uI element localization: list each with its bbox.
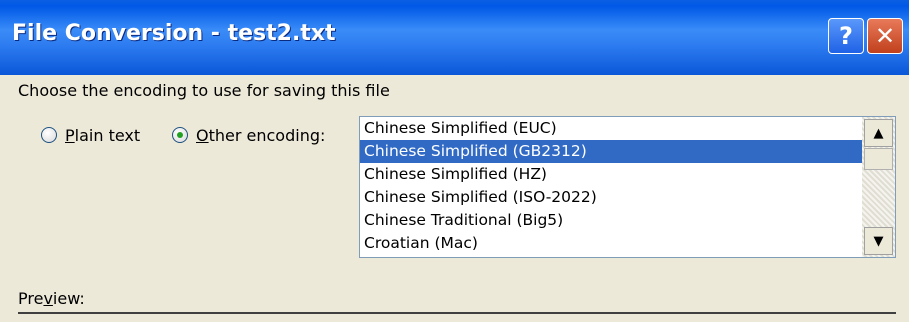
encoding-list-item[interactable]: Chinese Simplified (HZ)	[360, 163, 862, 186]
encoding-list-item[interactable]: Chinese Traditional (Big5)	[360, 209, 862, 232]
title-bar: File Conversion - test2.txt ? ✕	[0, 0, 909, 75]
encoding-prompt: Choose the encoding to use for saving th…	[18, 81, 390, 100]
encoding-list[interactable]: Chinese Simplified (EUC) Chinese Simplifi…	[360, 117, 862, 255]
other-encoding-label: Other encoding:	[196, 125, 326, 145]
encoding-list-item[interactable]: Croatian (Mac)	[360, 232, 862, 255]
vertical-scrollbar[interactable]: ▲ ▼	[862, 117, 895, 257]
help-icon: ?	[839, 22, 853, 50]
arrow-up-icon: ▲	[873, 125, 884, 141]
scroll-down-button[interactable]: ▼	[864, 227, 893, 255]
preview-label: Preview:	[18, 289, 85, 308]
window-title: File Conversion - test2.txt	[12, 21, 336, 46]
preview-divider	[18, 312, 896, 314]
plain-text-label: Plain text	[65, 125, 141, 145]
radio-checked-icon[interactable]	[172, 127, 188, 143]
other-encoding-radio[interactable]: Other encoding:	[172, 125, 325, 145]
close-icon: ✕	[874, 22, 896, 50]
arrow-down-icon: ▼	[873, 233, 884, 249]
encoding-listbox[interactable]: Chinese Simplified (EUC) Chinese Simplifi…	[359, 116, 896, 258]
encoding-list-item[interactable]: Chinese Simplified (GB2312)	[360, 140, 862, 163]
help-button[interactable]: ?	[828, 18, 864, 54]
encoding-list-item[interactable]: Chinese Simplified (EUC)	[360, 117, 862, 140]
scroll-thumb[interactable]	[864, 148, 893, 170]
encoding-list-item[interactable]: Chinese Simplified (ISO-2022)	[360, 186, 862, 209]
close-button[interactable]: ✕	[867, 18, 903, 54]
scroll-up-button[interactable]: ▲	[864, 119, 893, 147]
radio-circle-icon[interactable]	[41, 127, 57, 143]
plain-text-radio[interactable]: Plain text	[41, 125, 140, 145]
